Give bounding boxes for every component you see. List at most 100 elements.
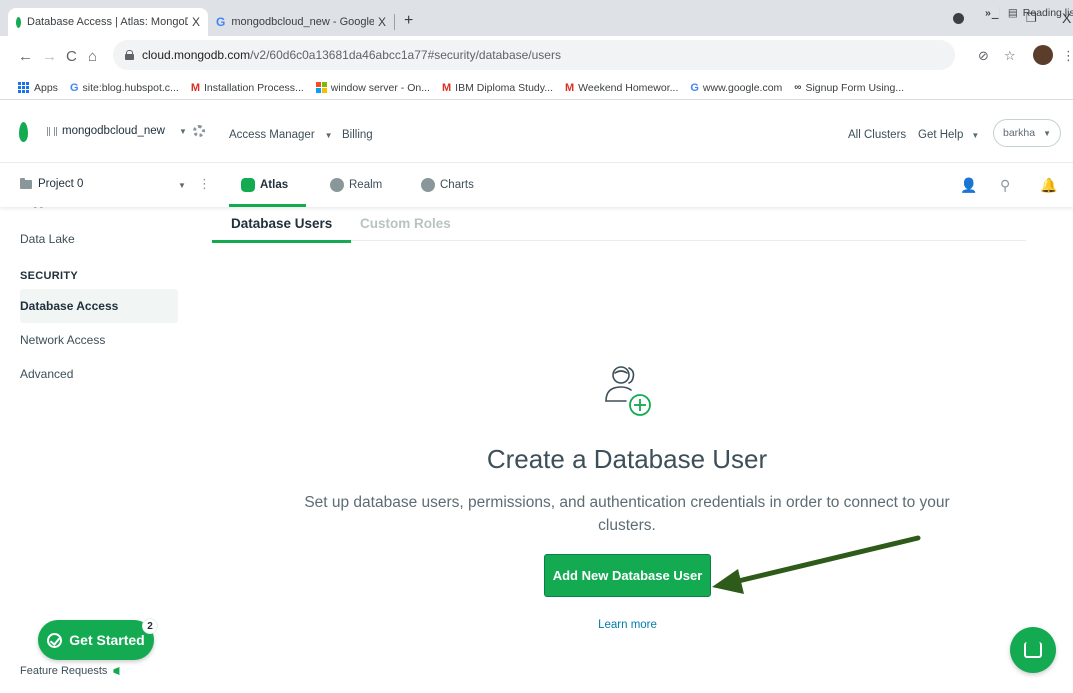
bookmark-label: Installation Process... <box>203 81 304 94</box>
subtab-bar: Database Users Custom Roles <box>211 207 1026 243</box>
megaphone-icon <box>113 667 120 675</box>
sidebar-item-network-access[interactable]: Network Access <box>20 323 178 357</box>
windows-icon <box>315 82 327 93</box>
bookmark-label: Apps <box>34 81 58 94</box>
gear-icon[interactable] <box>193 125 205 137</box>
sidebar-item-label: Data Lake <box>20 232 75 246</box>
bookmark-item[interactable]: window server - On... <box>315 82 430 94</box>
annotation-arrow <box>712 535 921 594</box>
mongodb-logo[interactable] <box>19 122 28 142</box>
google-icon: G <box>69 81 79 94</box>
org-name: mongodbcloud_new <box>62 125 165 137</box>
get-started-button[interactable]: Get Started <box>38 620 154 660</box>
apps-grid-icon <box>18 82 29 93</box>
bookmark-apps[interactable]: Apps <box>18 82 58 94</box>
feature-requests-label: Feature Requests <box>20 665 108 677</box>
empty-state-title: Create a Database User <box>486 444 768 474</box>
billing-link[interactable]: Billing <box>342 129 373 141</box>
sidebar-item-label: Advanced <box>20 367 74 381</box>
gmail-icon: M <box>565 81 575 94</box>
sidebar-section-heading: SECURITY <box>20 270 79 282</box>
extension-icon[interactable] <box>953 13 964 24</box>
user-menu[interactable]: barkha ▼ <box>993 119 1061 147</box>
bookmark-item[interactable]: G www.google.com <box>690 82 782 94</box>
browser-tab-active[interactable]: Database Access | Atlas: MongoD X <box>8 8 208 36</box>
org-selector[interactable]: mongodbcloud_new ▼ <box>47 125 187 137</box>
bookmark-label: IBM Diploma Study... <box>455 81 553 94</box>
chat-support-button[interactable] <box>1010 627 1056 673</box>
nav-label: Billing <box>342 129 373 141</box>
bookmark-item[interactable]: M IBM Diploma Study... <box>442 82 553 94</box>
bookmark-label: site:blog.hubspot.c... <box>82 81 179 94</box>
access-manager-menu[interactable]: Access Manager ▼ <box>229 129 333 141</box>
sidebar-item-data-lake[interactable]: Data Lake <box>20 222 178 256</box>
bookmark-item[interactable]: ∞ Signup Form Using... <box>794 82 904 94</box>
tab-title: mongodbcloud_new - Google Se <box>231 16 374 28</box>
learn-more-link[interactable]: Learn more <box>560 619 695 631</box>
google-icon: G <box>690 81 699 94</box>
user-name: barkha <box>1002 127 1036 139</box>
reading-list-button[interactable]: Reading lis <box>1023 7 1073 19</box>
bell-icon[interactable]: 🔔 <box>1040 177 1057 194</box>
sidebar-item-database-access[interactable]: Database Access <box>20 289 178 323</box>
org-icon <box>47 126 57 136</box>
sidebar-item-label: Network Access <box>20 333 106 347</box>
check-circle-icon <box>47 632 63 648</box>
caret-down-icon[interactable]: ▼ <box>178 181 186 190</box>
kebab-menu-icon[interactable]: ⋮ <box>198 176 211 192</box>
bookmark-item[interactable]: G site:blog.hubspot.c... <box>70 82 179 94</box>
tab-close-icon[interactable]: X <box>192 15 200 29</box>
tab-label: Realm <box>349 179 383 191</box>
project-bar: Project 0 ▼ ⋮ Atlas Realm Charts 👤 ⚲ 🔔 <box>0 163 1073 207</box>
url-path: /v2/60d6c0a13681da46abcc1a77#security/da… <box>250 48 561 62</box>
browser-menu-icon[interactable]: ⋮ <box>1062 48 1073 64</box>
new-tab-button[interactable]: + <box>404 12 413 30</box>
caret-down-icon: ▼ <box>324 130 333 140</box>
get-help-menu[interactable]: Get Help ▼ <box>918 129 979 141</box>
tab-charts[interactable]: Charts <box>421 163 474 207</box>
bookmark-item[interactable]: M Installation Process... <box>191 82 304 94</box>
sidebar-item-advanced[interactable]: Advanced <box>20 357 178 391</box>
mongodb-leaf-icon <box>16 16 21 28</box>
bookmarks-overflow-button[interactable]: » <box>985 7 991 19</box>
folder-icon <box>20 177 32 189</box>
reading-list-icon: ▤ <box>1007 7 1018 19</box>
reload-button[interactable]: C <box>66 48 77 65</box>
profile-avatar[interactable] <box>1033 45 1053 65</box>
divider <box>998 6 1000 20</box>
back-button[interactable]: ← <box>18 48 33 65</box>
atlas-top-nav: mongodbcloud_new ▼ Access Manager ▼ Bill… <box>0 101 1073 163</box>
add-user-icon <box>605 366 651 416</box>
nav-label: Get Help <box>918 129 964 141</box>
tab-atlas[interactable]: Atlas <box>228 163 307 207</box>
address-bar[interactable]: cloud.mongodb.com/v2/60d6c0a13681da46abc… <box>113 40 955 70</box>
feature-requests-link[interactable]: Feature Requests <box>20 665 123 677</box>
get-started-badge: 2 <box>142 618 158 634</box>
activity-feed-icon[interactable]: ⚲ <box>1000 177 1010 194</box>
tab-database-users[interactable]: Database Users <box>211 216 352 243</box>
bookmark-label: www.google.com <box>702 81 783 94</box>
url-host: cloud.mongodb.com <box>142 48 251 62</box>
bookmark-star-icon[interactable]: ☆ <box>1004 48 1016 64</box>
project-selector[interactable]: Project 0 <box>20 177 83 190</box>
bookmarks-right: » ▤ Reading lis <box>985 6 1073 20</box>
browser-tab-strip: Database Access | Atlas: MongoD X G mong… <box>0 0 1073 36</box>
sidebar-item-label: Database Access <box>20 299 119 313</box>
tab-close-icon[interactable]: X <box>378 15 386 29</box>
nav-label: All Clusters <box>848 129 907 141</box>
tab-custom-roles[interactable]: Custom Roles <box>360 216 451 231</box>
forward-button[interactable]: → <box>42 48 57 65</box>
tab-label: Charts <box>440 179 474 191</box>
bookmark-item[interactable]: M Weekend Homewor... <box>565 82 678 94</box>
tab-title: Database Access | Atlas: MongoD <box>27 16 188 28</box>
get-started-label: Get Started <box>69 632 145 648</box>
all-clusters-link[interactable]: All Clusters <box>848 129 906 141</box>
tracking-blocked-icon[interactable]: ⊘ <box>978 48 989 64</box>
gmail-icon: M <box>441 81 452 94</box>
add-new-database-user-button[interactable]: Add New Database User <box>544 554 711 597</box>
home-icon[interactable]: ⌂ <box>88 48 97 65</box>
tab-realm[interactable]: Realm <box>330 163 382 207</box>
browser-tab-inactive[interactable]: G mongodbcloud_new - Google Se X <box>208 8 394 36</box>
browser-toolbar: ← → C ⌂ cloud.mongodb.com/v2/60d6c0a1368… <box>0 36 1073 76</box>
invite-user-icon[interactable]: 👤 <box>960 177 977 194</box>
